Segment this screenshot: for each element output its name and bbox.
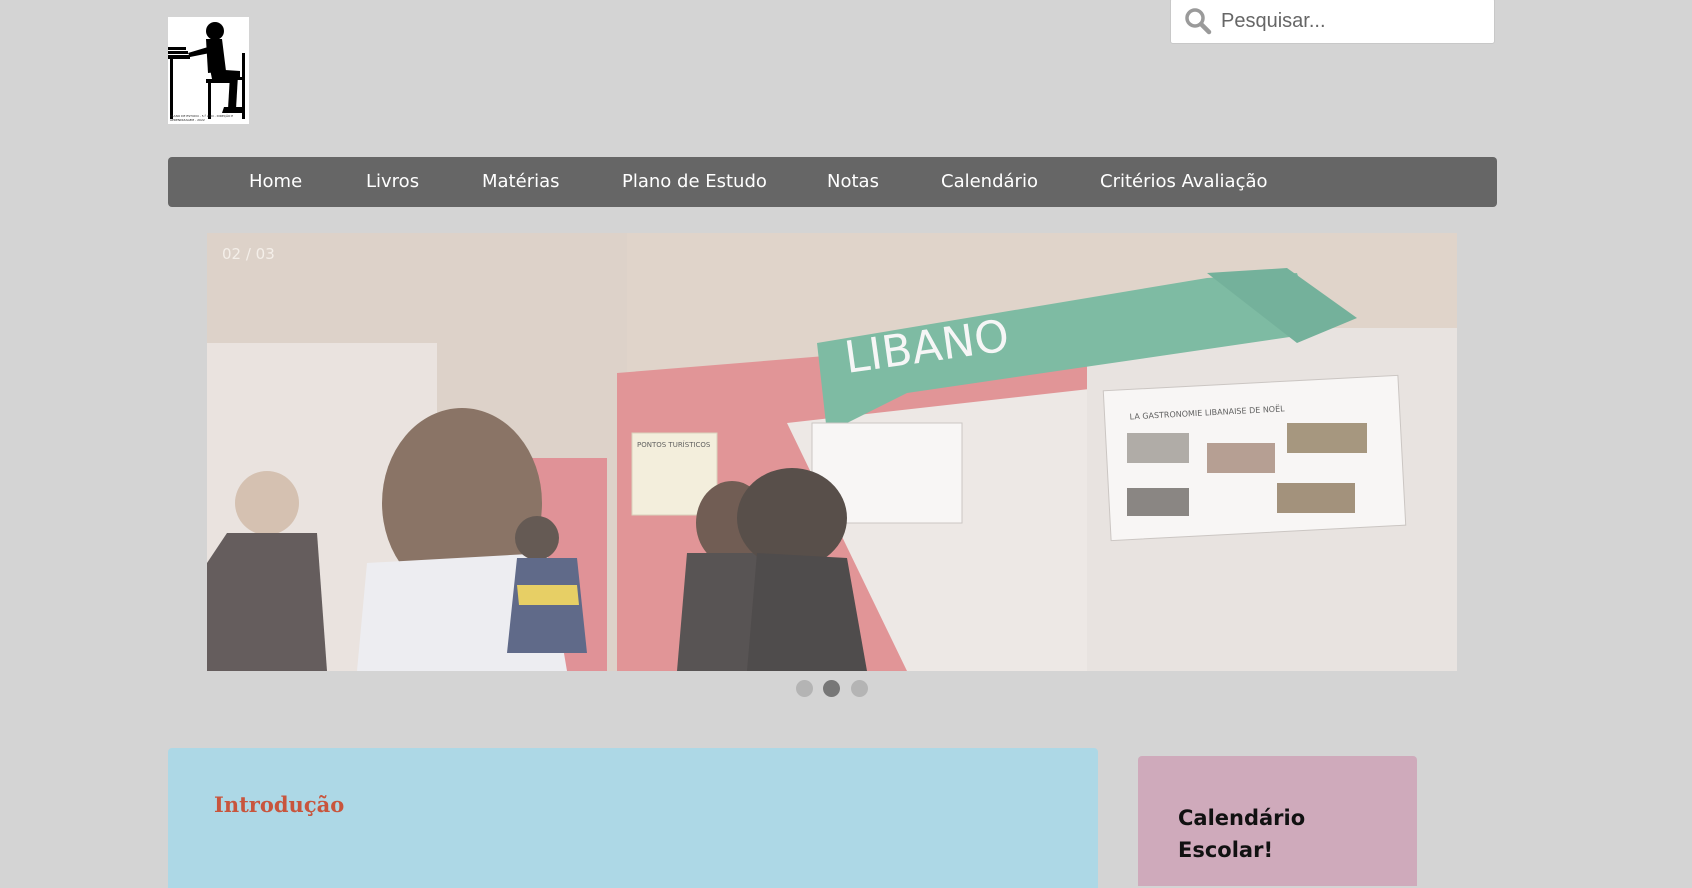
slide-dot-3[interactable] — [851, 680, 868, 697]
nav-item-calendario[interactable]: Calendário — [941, 157, 1038, 207]
search-box[interactable] — [1170, 0, 1495, 44]
intro-section: Introdução — [168, 748, 1098, 888]
nav-item-materias[interactable]: Matérias — [482, 157, 560, 207]
person-at-desk-icon — [168, 22, 245, 119]
nav-item-plano[interactable]: Plano de Estudo — [622, 157, 767, 207]
logo-caption: PLANO DE ESTUDO - 5.º ANO - DIREÇÃO E AP… — [170, 114, 234, 122]
search-input[interactable] — [1221, 9, 1481, 33]
search-icon[interactable] — [1181, 4, 1215, 38]
slide-image: LIBANO PONTOS TURÍSTICOS LA GASTRONOMIE … — [207, 233, 1457, 671]
main-nav: Home Livros Matérias Plano de Estudo Not… — [168, 157, 1497, 207]
slide-counter: 02 / 03 — [222, 245, 275, 263]
slide-dot-2[interactable] — [823, 680, 840, 697]
image-slider[interactable]: LIBANO PONTOS TURÍSTICOS LA GASTRONOMIE … — [207, 233, 1457, 671]
site-logo[interactable]: PLANO DE ESTUDO - 5.º ANO - DIREÇÃO E AP… — [168, 17, 249, 124]
calendar-title[interactable]: Calendário Escolar! — [1178, 802, 1378, 866]
nav-item-notas[interactable]: Notas — [827, 157, 879, 207]
calendar-widget[interactable]: Calendário Escolar! — [1138, 756, 1417, 886]
intro-title: Introdução — [214, 792, 345, 817]
nav-item-livros[interactable]: Livros — [366, 157, 419, 207]
nav-item-criterios[interactable]: Critérios Avaliação — [1100, 157, 1268, 207]
nav-item-home[interactable]: Home — [249, 157, 302, 207]
slide-dot-1[interactable] — [796, 680, 813, 697]
